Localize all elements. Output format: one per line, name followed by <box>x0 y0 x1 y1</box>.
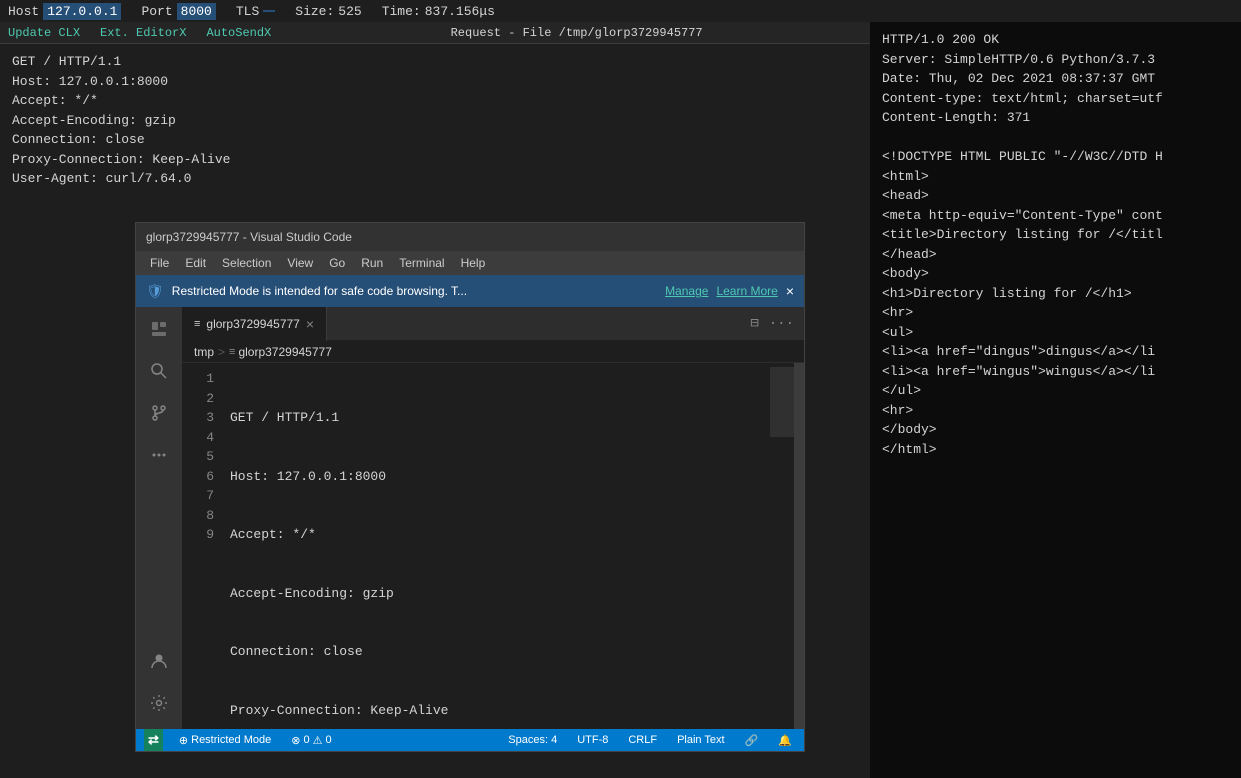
time-field: Time: 837.156μs <box>382 4 495 19</box>
host-label: Host <box>8 4 39 19</box>
code-line-4: Accept-Encoding: gzip <box>230 584 764 604</box>
tab-icon: ≡ <box>194 318 200 330</box>
remote-icon: ⇄ <box>148 732 159 748</box>
errors-status[interactable]: ⊗ 0 ⚠ 0 <box>287 729 335 751</box>
menu-go[interactable]: Go <box>323 254 351 272</box>
right-panel: HTTP/1.0 200 OK Server: SimpleHTTP/0.6 P… <box>870 22 1241 778</box>
host-value[interactable]: 127.0.0.1 <box>43 3 121 20</box>
encoding-status[interactable]: UTF-8 <box>573 729 612 751</box>
breadcrumb-sep: > <box>218 345 225 359</box>
vscode-window: glorp3729945777 - Visual Studio Code Fil… <box>135 222 805 752</box>
tab-name: glorp3729945777 <box>206 317 299 331</box>
language-status[interactable]: Plain Text <box>673 729 729 751</box>
line-ending-label: CRLF <box>628 734 657 746</box>
menu-file[interactable]: File <box>144 254 175 272</box>
port-label: Port <box>141 4 172 19</box>
size-field: Size: 525 <box>295 4 361 19</box>
vscode-scrollbar[interactable] <box>794 363 804 729</box>
toolbar-row: Update CLX Ext. EditorX AutoSendX Reques… <box>0 22 870 44</box>
settings-icon[interactable] <box>141 685 177 721</box>
time-label: Time: <box>382 4 421 19</box>
vscode-menubar: File Edit Selection View Go Run Terminal… <box>136 251 804 275</box>
menu-edit[interactable]: Edit <box>179 254 212 272</box>
split-editor-button[interactable]: ⊟ <box>748 313 760 334</box>
code-line-3: Accept: */* <box>230 525 764 545</box>
time-value: 837.156μs <box>425 4 495 19</box>
more-actions-button[interactable]: ··· <box>767 314 796 334</box>
line-numbers: 1 2 3 4 5 6 7 8 9 <box>182 363 222 729</box>
code-line-2: Host: 127.0.0.1:8000 <box>230 467 764 487</box>
menu-help[interactable]: Help <box>455 254 492 272</box>
breadcrumb-folder[interactable]: tmp <box>194 345 214 359</box>
shield-icon: 🛡 <box>146 283 164 300</box>
activity-bar <box>136 307 182 729</box>
spaces-label: Spaces: 4 <box>508 734 557 746</box>
request-label: Request - File /tmp/glorp3729945777 <box>291 26 862 40</box>
top-bar: Host 127.0.0.1 Port 8000 TLS Size: 525 T… <box>0 0 1241 22</box>
errors-count: 0 <box>303 734 309 746</box>
code-line-1: GET / HTTP/1.1 <box>230 408 764 428</box>
restricted-mode-icon: ⊕ <box>179 734 188 747</box>
warnings-count: 0 <box>325 734 331 746</box>
restricted-banner: 🛡 Restricted Mode is intended for safe c… <box>136 275 804 307</box>
line-ending-status[interactable]: CRLF <box>624 729 661 751</box>
search-icon[interactable] <box>141 353 177 389</box>
menu-terminal[interactable]: Terminal <box>393 254 450 272</box>
menu-view[interactable]: View <box>281 254 319 272</box>
explorer-icon[interactable] <box>141 311 177 347</box>
banner-close-button[interactable]: × <box>786 283 794 299</box>
vscode-body: ≡ glorp3729945777 × ⊟ ··· tmp > <box>136 307 804 729</box>
code-line-5: Connection: close <box>230 642 764 662</box>
warnings-icon: ⚠ <box>313 734 323 747</box>
tab-close-button[interactable]: × <box>306 317 314 331</box>
remote-status-item[interactable]: ⇄ <box>144 729 163 751</box>
minimap <box>764 363 804 729</box>
size-value: 525 <box>338 4 361 19</box>
port-value[interactable]: 8000 <box>177 3 216 20</box>
learn-more-link[interactable]: Learn More <box>716 284 777 298</box>
breadcrumb-file[interactable]: ≡ glorp3729945777 <box>229 345 332 359</box>
manage-link[interactable]: Manage <box>665 284 708 298</box>
restricted-mode-label: Restricted Mode <box>191 734 271 746</box>
host-field: Host 127.0.0.1 <box>8 3 121 20</box>
bell-status[interactable]: 🔔 <box>774 729 796 751</box>
account-icon[interactable] <box>141 643 177 679</box>
tls-label: TLS <box>236 4 259 19</box>
vscode-title: glorp3729945777 - Visual Studio Code <box>146 230 352 244</box>
encoding-label: UTF-8 <box>577 734 608 746</box>
file-icon: ≡ <box>229 346 235 358</box>
tls-value <box>263 10 275 12</box>
bell-icon: 🔔 <box>778 734 792 747</box>
port-field: Port 8000 <box>141 3 215 20</box>
code-area: 1 2 3 4 5 6 7 8 9 GET / HTTP/1.1 H <box>182 363 804 729</box>
more-icon[interactable] <box>141 437 177 473</box>
share-icon: 🔗 <box>745 734 759 747</box>
errors-icon: ⊗ <box>291 734 300 747</box>
ext-editor-button[interactable]: Ext. EditorX <box>100 26 186 40</box>
restricted-text: Restricted Mode is intended for safe cod… <box>172 284 657 298</box>
breadcrumb-bar: tmp > ≡ glorp3729945777 <box>182 341 804 363</box>
restricted-mode-status[interactable]: ⊕ Restricted Mode <box>175 729 275 751</box>
tabs-bar: ≡ glorp3729945777 × ⊟ ··· <box>182 307 804 341</box>
editor-tab[interactable]: ≡ glorp3729945777 × <box>182 307 327 341</box>
tls-field: TLS <box>236 4 275 19</box>
vscode-statusbar: ⇄ ⊕ Restricted Mode ⊗ 0 ⚠ 0 Spaces: 4 U <box>136 729 804 751</box>
language-label: Plain Text <box>677 734 725 746</box>
menu-selection[interactable]: Selection <box>216 254 277 272</box>
source-control-icon[interactable] <box>141 395 177 431</box>
code-line-6: Proxy-Connection: Keep-Alive <box>230 701 764 721</box>
main-layout: Update CLX Ext. EditorX AutoSendX Reques… <box>0 22 1241 778</box>
left-panel: Update CLX Ext. EditorX AutoSendX Reques… <box>0 22 870 778</box>
spaces-status[interactable]: Spaces: 4 <box>504 729 561 751</box>
update-cl-button[interactable]: Update CLX <box>8 26 80 40</box>
tab-actions: ⊟ ··· <box>748 313 804 334</box>
remote-icon-status[interactable]: 🔗 <box>741 729 763 751</box>
auto-send-button[interactable]: AutoSendX <box>206 26 271 40</box>
vscode-titlebar: glorp3729945777 - Visual Studio Code <box>136 223 804 251</box>
size-label: Size: <box>295 4 334 19</box>
editor-area: ≡ glorp3729945777 × ⊟ ··· tmp > <box>182 307 804 729</box>
code-content[interactable]: GET / HTTP/1.1 Host: 127.0.0.1:8000 Acce… <box>222 363 764 729</box>
menu-run[interactable]: Run <box>355 254 389 272</box>
